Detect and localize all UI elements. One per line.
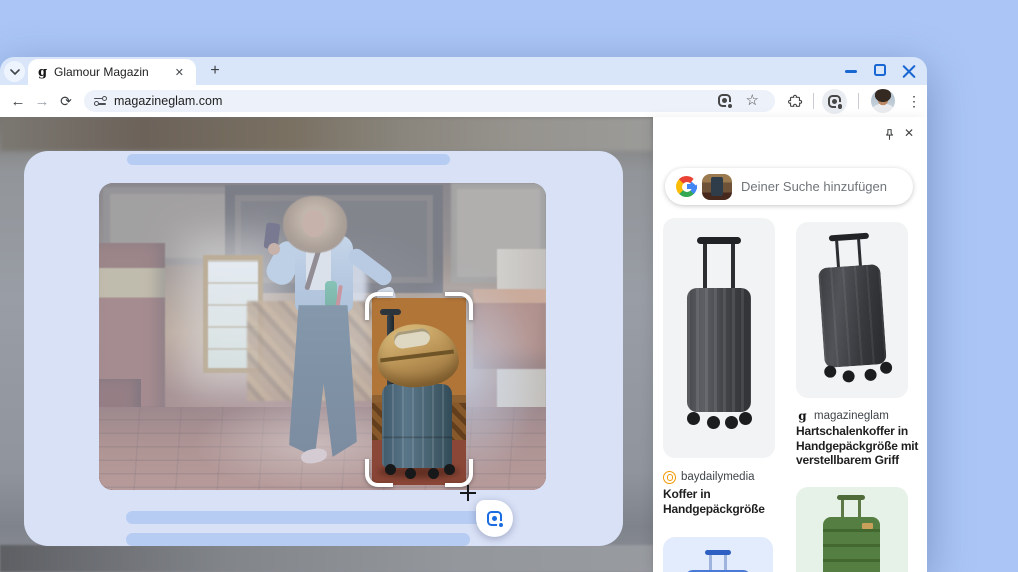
google-logo-icon [676, 176, 699, 197]
lens-icon [828, 94, 842, 109]
tab-glamour-magazin[interactable]: g Glamour Magazin ✕ [28, 59, 196, 85]
browser-toolbar: ← → ⟳ magazineglam.com ☆ ⋮ [0, 85, 927, 117]
lens-dim-overlay [372, 298, 466, 485]
url-text[interactable]: magazineglam.com [114, 94, 222, 108]
lens-search-bar[interactable]: Deiner Suche hinzufügen [665, 168, 913, 205]
forward-button[interactable]: → [32, 91, 52, 111]
puzzle-icon [788, 94, 803, 107]
tab-strip: g Glamour Magazin ✕ + [0, 57, 927, 85]
article-photo[interactable] [99, 183, 546, 490]
result-card-green-suitcase[interactable] [796, 487, 908, 572]
lens-region-search-button[interactable] [476, 500, 513, 537]
result-source[interactable]: g magazineglam [796, 408, 889, 424]
baydailymedia-favicon [663, 470, 676, 484]
result-card-black-suitcase[interactable] [796, 222, 908, 398]
toolbar-separator [858, 93, 859, 109]
tab-favicon-g: g [38, 64, 48, 80]
result-card-gray-suitcase[interactable] [663, 218, 775, 458]
selection-corner-tr[interactable] [445, 292, 473, 320]
back-button[interactable]: ← [8, 91, 28, 111]
close-side-panel-button[interactable]: ✕ [900, 124, 918, 142]
selection-thumbnail [702, 173, 732, 200]
page-blur-top [0, 117, 653, 151]
result-source[interactable]: baydailymedia [663, 469, 755, 485]
desktop: g Glamour Magazin ✕ + ← → ⟳ magazineglam… [0, 0, 1018, 572]
address-bar[interactable]: magazineglam.com ☆ [84, 90, 775, 112]
tab-search-button[interactable] [4, 61, 25, 82]
magazineglam-favicon: g [798, 409, 807, 423]
site-settings-icon[interactable] [94, 95, 107, 107]
reload-button[interactable]: ⟳ [56, 91, 76, 111]
selection-corner-tl[interactable] [365, 292, 393, 320]
webpage-dimmed [0, 117, 653, 572]
suitcase-image [818, 263, 887, 369]
window-close-button[interactable] [902, 63, 916, 79]
skeleton-text-bar [127, 154, 450, 165]
new-tab-button[interactable]: + [204, 60, 226, 82]
lens-session-button[interactable] [822, 88, 847, 114]
skeleton-text-bar [126, 511, 505, 524]
tab-title: Glamour Magazin [54, 65, 149, 79]
window-maximize-button[interactable] [874, 64, 886, 76]
extensions-button[interactable] [785, 91, 805, 111]
browser-content: ✕ Deiner Suche hinzufügen baydailymedia … [0, 117, 927, 572]
suitcase-image [687, 288, 751, 412]
selection-corner-br[interactable] [445, 459, 473, 487]
chevron-down-icon [9, 68, 20, 75]
page-blur-bottom [0, 545, 653, 572]
browser-menu-button[interactable]: ⋮ [905, 89, 923, 113]
lens-icon [487, 511, 503, 527]
lens-address-icon[interactable] [718, 94, 732, 108]
result-card-blue-suitcase[interactable] [663, 537, 773, 572]
pin-icon [885, 128, 893, 140]
skeleton-text-bar [126, 533, 470, 546]
browser-window: g Glamour Magazin ✕ + ← → ⟳ magazineglam… [0, 57, 927, 572]
crosshair-cursor [460, 485, 476, 501]
lens-side-panel: ✕ Deiner Suche hinzufügen baydailymedia … [653, 117, 927, 572]
magazine-article-card [24, 151, 623, 546]
profile-avatar[interactable] [871, 89, 895, 113]
toolbar-separator [813, 93, 814, 109]
search-placeholder[interactable]: Deiner Suche hinzufügen [741, 179, 887, 194]
bookmark-star-icon[interactable]: ☆ [746, 91, 759, 109]
tab-close-icon[interactable]: ✕ [173, 64, 186, 81]
window-minimize-button[interactable] [845, 70, 857, 73]
selection-corner-bl[interactable] [365, 459, 393, 487]
result-title[interactable]: Hartschalenkoffer in Handgepäckgröße mit… [796, 424, 922, 468]
result-title[interactable]: Koffer in Handgepäckgröße [663, 487, 789, 516]
pin-side-panel-button[interactable] [880, 125, 898, 143]
